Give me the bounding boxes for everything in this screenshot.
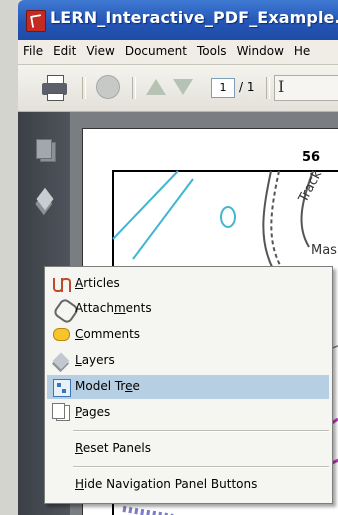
menu-item-reset-panels[interactable]: Reset Panels: [47, 437, 329, 461]
menu-item-label: Pages: [75, 405, 111, 419]
menu-item-layers[interactable]: Layers: [47, 349, 329, 373]
menu-item-label: Model Tree: [75, 379, 140, 393]
menu-tools[interactable]: Tools: [192, 40, 232, 64]
toolbar: 1 / 1 I: [18, 65, 338, 112]
layers-icon: [52, 352, 70, 370]
pages-panel-icon[interactable]: [36, 139, 56, 162]
navigation-panel-context-menu: Articles Attachments Comments Layers Mod…: [44, 266, 333, 504]
menu-item-label: Attachments: [75, 301, 152, 315]
page-number-input[interactable]: 1: [211, 78, 235, 98]
desktop-edge: [0, 0, 19, 515]
menu-item-comments[interactable]: Comments: [47, 323, 329, 347]
menu-separator: [73, 430, 329, 432]
pages-icon: [52, 403, 70, 421]
menu-item-articles[interactable]: Articles: [47, 272, 329, 296]
menu-document[interactable]: Document: [120, 40, 192, 64]
menu-item-attachments[interactable]: Attachments: [47, 297, 329, 325]
page-total-label: / 1: [239, 80, 255, 94]
comment-icon: [53, 328, 70, 341]
menu-help[interactable]: He: [289, 40, 315, 64]
previous-page-icon[interactable]: [146, 79, 166, 95]
toolbar-separator: [82, 77, 86, 99]
menu-item-label: Hide Navigation Panel Buttons: [75, 477, 258, 491]
window-title: LERN_Interactive_PDF_Example.pdf -: [50, 8, 338, 27]
model-tree-icon: [53, 379, 71, 397]
menu-item-model-tree[interactable]: Model Tree: [47, 375, 329, 399]
menu-file[interactable]: File: [18, 40, 48, 64]
articles-icon: [53, 276, 71, 292]
menu-window[interactable]: Window: [232, 40, 289, 64]
menu-item-label: Layers: [75, 353, 115, 367]
menu-bar: File Edit View Document Tools Window He: [18, 40, 338, 65]
map-label-mas: Mas: [311, 243, 337, 258]
layers-panel-icon[interactable]: [36, 187, 54, 211]
globe-icon[interactable]: [96, 75, 120, 99]
toolbar-separator: [132, 77, 136, 99]
title-bar[interactable]: LERN_Interactive_PDF_Example.pdf -: [18, 0, 338, 40]
menu-separator: [73, 466, 329, 468]
map-page-number: 56: [302, 150, 321, 165]
toolbar-separator: [266, 77, 270, 99]
print-icon[interactable]: [42, 75, 68, 101]
menu-item-hide-nav-buttons[interactable]: Hide Navigation Panel Buttons: [47, 473, 329, 497]
menu-item-label: Comments: [75, 327, 141, 341]
menu-item-label: Articles: [75, 276, 120, 290]
menu-item-pages[interactable]: Pages: [47, 401, 329, 425]
next-page-icon[interactable]: [173, 79, 193, 95]
menu-edit[interactable]: Edit: [48, 40, 81, 64]
text-cursor-icon: I: [278, 77, 285, 96]
menu-item-label: Reset Panels: [75, 441, 151, 455]
acrobat-app-icon: [26, 10, 46, 32]
menu-view[interactable]: View: [81, 40, 119, 64]
